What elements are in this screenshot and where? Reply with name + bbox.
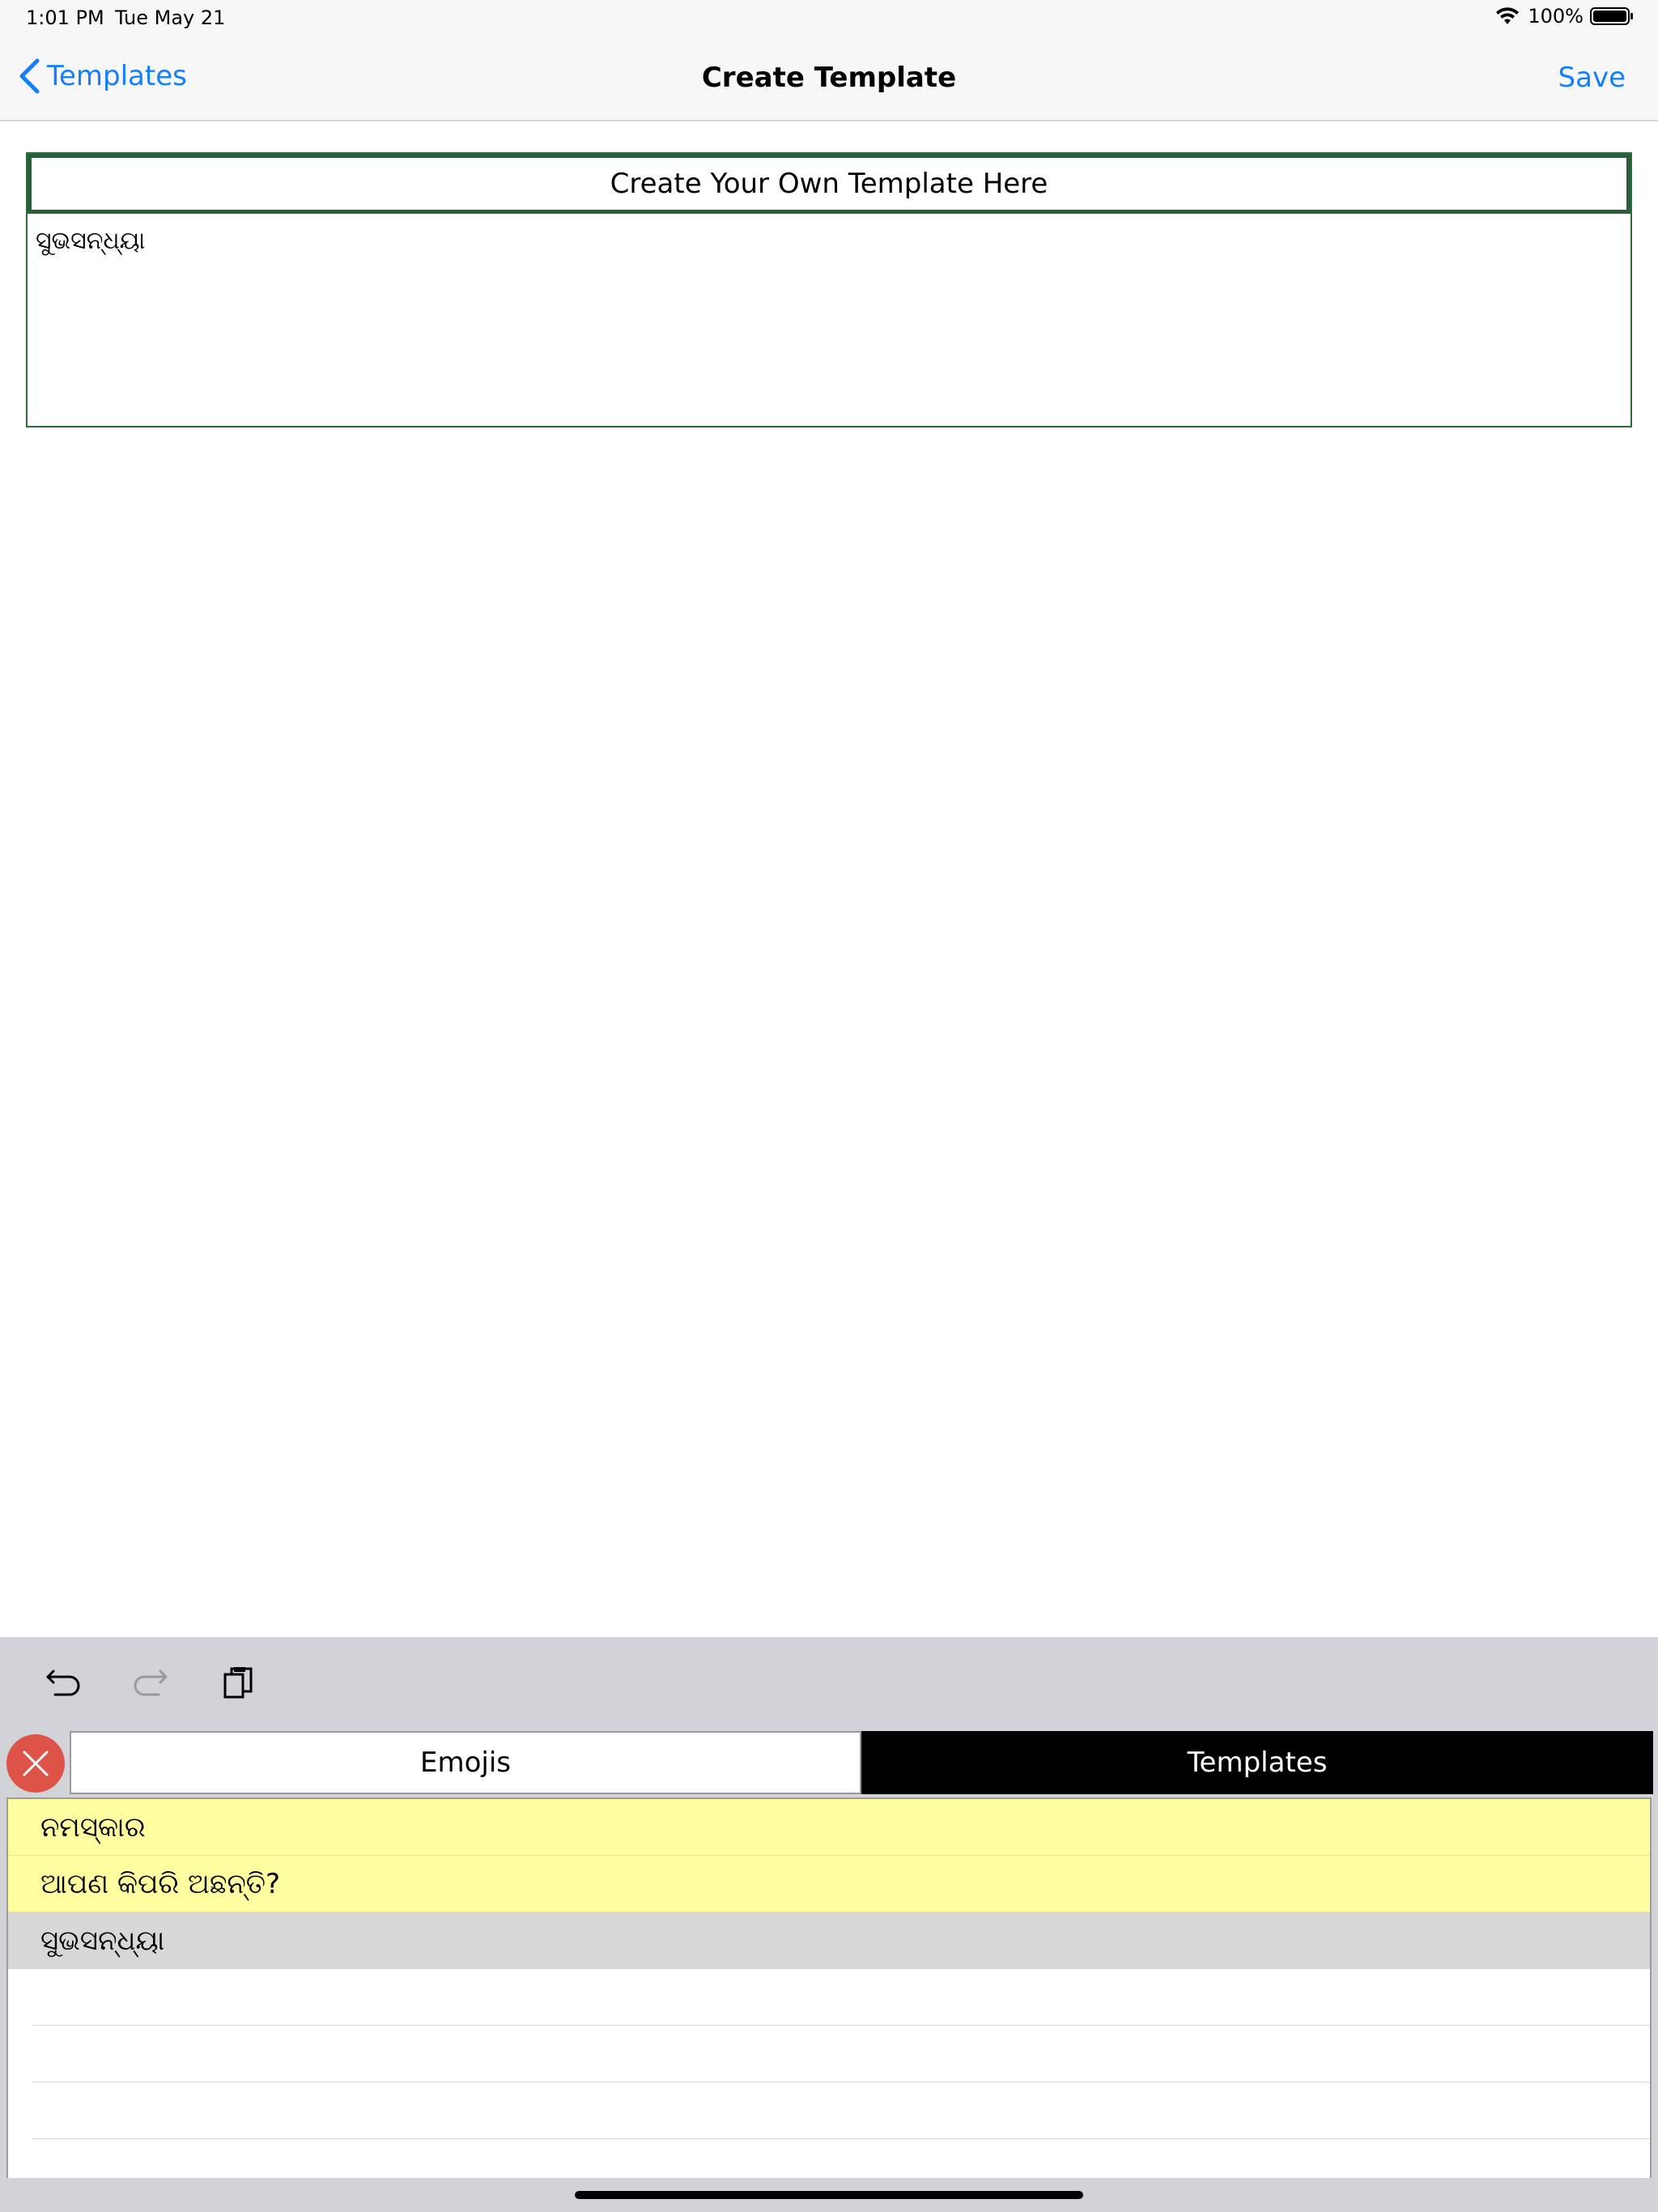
close-icon (23, 1750, 49, 1776)
template-list: ନମସ୍କାର ଆପଣ କିପରି ଅଛନ୍ତି? ସୁଭସନ୍ଧ୍ୟା (6, 1797, 1652, 2212)
home-indicator-area (0, 2178, 1658, 2212)
template-item[interactable]: ଆପଣ କିପରି ଅଛନ୍ତି? (8, 1856, 1650, 1912)
status-right: 100% (1495, 5, 1634, 28)
wifi-icon (1496, 7, 1520, 24)
tab-templates[interactable]: Templates (861, 1731, 1653, 1794)
empty-row (32, 2026, 1650, 2082)
template-item[interactable]: ନମସ୍କାର (8, 1799, 1650, 1856)
status-bar: 1:01 PM Tue May 21 100% (0, 0, 1658, 39)
page-title: Create Template (701, 62, 957, 94)
screen: 1:01 PM Tue May 21 100% Templates Create… (0, 0, 1658, 2212)
paste-icon[interactable] (219, 1663, 259, 1704)
keyboard-toolbar (0, 1637, 1658, 1726)
template-editor: Create Your Own Template Here ସୁଭସନ୍ଧ୍ୟା (26, 152, 1632, 428)
template-item-selected[interactable]: ସୁଭସନ୍ଧ୍ୟା (8, 1912, 1650, 1969)
empty-row (32, 1969, 1650, 2026)
template-keyboard: Emojis Templates ନମସ୍କାର ଆପଣ କିପରି ଅଛନ୍ତ… (0, 1726, 1658, 2212)
tab-emojis[interactable]: Emojis (70, 1731, 861, 1794)
undo-icon[interactable] (44, 1663, 84, 1704)
status-time: 1:01 PM (26, 6, 104, 29)
battery-icon (1590, 7, 1633, 25)
redo-icon[interactable] (130, 1663, 170, 1704)
battery-percent: 100% (1528, 5, 1584, 28)
editor-header: Create Your Own Template Here (28, 154, 1630, 214)
navigation-bar: Templates Create Template Save (0, 39, 1658, 121)
template-text-input[interactable]: ସୁଭସନ୍ଧ୍ୟା (36, 227, 1622, 418)
close-keyboard-button[interactable] (6, 1734, 65, 1793)
home-indicator[interactable] (575, 2191, 1083, 2199)
empty-row (32, 2082, 1650, 2139)
save-button[interactable]: Save (1558, 62, 1626, 94)
status-date: Tue May 21 (115, 6, 226, 29)
